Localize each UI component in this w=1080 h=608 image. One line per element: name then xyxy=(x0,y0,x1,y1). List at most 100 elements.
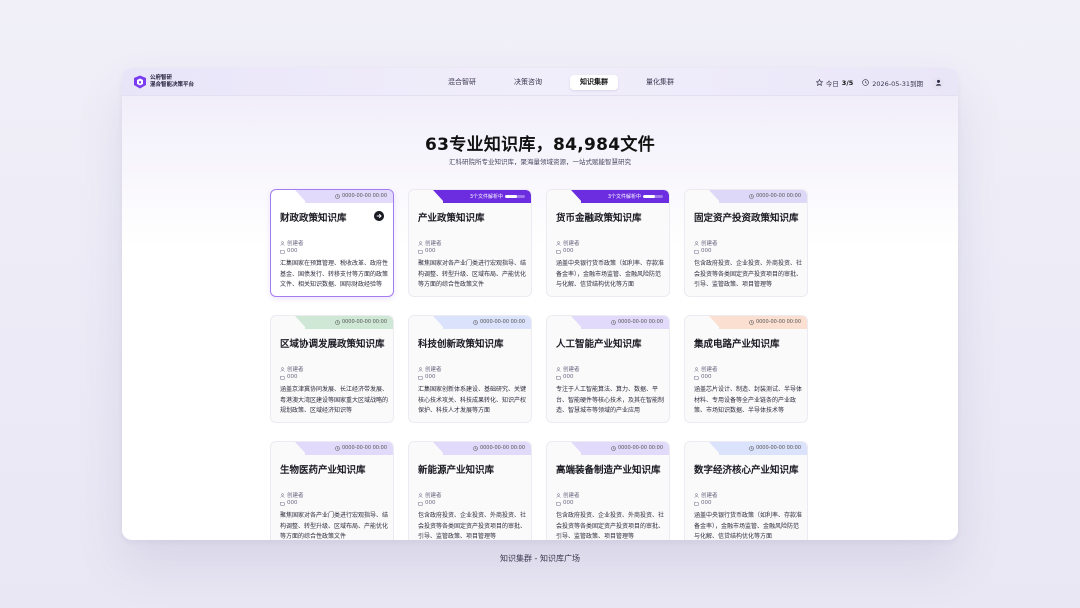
card-file-count: 000 xyxy=(694,374,712,380)
user-icon xyxy=(280,240,285,246)
card-title: 区域协调发展政策知识库 xyxy=(280,339,385,350)
brand-line-2: 混合智能决策平台 xyxy=(150,82,195,88)
card-tab-content: 0000-00-00 00:00 xyxy=(749,319,801,325)
knowledge-base-card[interactable]: 0000-00-00 00:00 数字经济核心产业知识库 创建者 000 涵盖中… xyxy=(684,441,808,540)
card-description: 涵盖中央银行货币政策（如利率、存款准备金率），金融市场监管、金融风险防范与化解、… xyxy=(694,512,802,540)
card-creator: 创建者 xyxy=(418,365,442,373)
card-description: 专注于人工智能算法、算力、数据、平台、智能硬件等核心技术，及其在智能制造、智慧城… xyxy=(556,386,664,414)
hero-background xyxy=(122,96,958,246)
file-count: 000 xyxy=(425,500,436,506)
knowledge-base-card[interactable]: 0000-00-00 00:00 财政政策知识库 创建者 000 汇集国家在预算… xyxy=(270,189,394,297)
card-tab: 0000-00-00 00:00 xyxy=(581,442,669,455)
card-tab: 0000-00-00 00:00 xyxy=(581,316,669,329)
card-creator: 创建者 xyxy=(694,365,718,373)
card-file-count: 000 xyxy=(418,374,436,380)
card-tab: 0000-00-00 00:00 xyxy=(719,442,807,455)
card-creator: 创建者 xyxy=(280,365,304,373)
card-description: 聚焦国家对各产业门类进行宏观指导、结构调整、转型升级、区域布局、产能优化等方面的… xyxy=(280,512,388,540)
knowledge-base-card[interactable]: 0000-00-00 00:00 高端装备制造产业知识库 创建者 000 包含政… xyxy=(546,441,670,540)
knowledge-base-card[interactable]: 0000-00-00 00:00 新能源产业知识库 创建者 000 包含政府投资… xyxy=(408,441,532,540)
card-tab-content: 0000-00-00 00:00 xyxy=(611,445,663,451)
card-description: 包含政府投资、企业投资、外商投资、社会投资等各类固定资产投资项目的审批、引导、监… xyxy=(418,512,526,540)
clock-icon xyxy=(749,193,754,199)
card-creator: 创建者 xyxy=(418,491,442,499)
knowledge-base-card[interactable]: 3个文件解析中 产业政策知识库 创建者 000 聚焦国家对各产业门类进行宏观指导… xyxy=(408,189,532,297)
nav-item-decision-consulting[interactable]: 决策咨询 xyxy=(504,75,552,90)
user-avatar[interactable] xyxy=(932,76,944,89)
card-file-count: 000 xyxy=(694,248,712,254)
file-count: 000 xyxy=(563,248,574,254)
user-icon xyxy=(418,366,423,372)
card-tab-content: 3个文件解析中 xyxy=(608,193,663,200)
card-tab-content: 3个文件解析中 xyxy=(470,193,525,200)
card-file-count: 000 xyxy=(556,500,574,506)
page-title: 63专业知识库，84,984文件 xyxy=(424,135,656,155)
clock-icon xyxy=(749,445,754,451)
card-file-count: 000 xyxy=(418,248,436,254)
star-icon xyxy=(815,79,823,86)
status-area: 今日 3/5 2026-05-31到期 xyxy=(815,75,944,90)
card-tab-content: 0000-00-00 00:00 xyxy=(473,445,525,451)
knowledge-base-card[interactable]: 0000-00-00 00:00 固定资产投资政策知识库 创建者 000 包含政… xyxy=(684,189,808,297)
card-file-count: 000 xyxy=(280,374,298,380)
updated-time: 0000-00-00 00:00 xyxy=(341,319,387,325)
file-count: 000 xyxy=(425,248,436,254)
knowledge-base-card[interactable]: 0000-00-00 00:00 集成电路产业知识库 创建者 000 涵盖芯片设… xyxy=(684,315,808,423)
nav-item-hybrid-research[interactable]: 混合智研 xyxy=(438,75,486,90)
updated-time: 0000-00-00 00:00 xyxy=(617,319,663,325)
card-description: 汇集国家在预算管理、税收改革、政府性基金、国债发行、转移支付等方面的政策文件、相… xyxy=(280,260,388,288)
folder-icon xyxy=(418,249,423,253)
card-creator: 创建者 xyxy=(280,491,304,499)
card-description: 汇集国家创新体系建设、基础研究、关键核心技术攻关、科技成果转化、知识产权保护、科… xyxy=(418,386,526,414)
user-icon xyxy=(418,492,423,498)
card-tab-content: 0000-00-00 00:00 xyxy=(749,193,801,199)
knowledge-base-card[interactable]: 0000-00-00 00:00 生物医药产业知识库 创建者 000 聚焦国家对… xyxy=(270,441,394,540)
card-title: 人工智能产业知识库 xyxy=(556,339,642,350)
file-count: 000 xyxy=(701,500,712,506)
daily-quota[interactable]: 今日 3/5 xyxy=(815,78,853,88)
creator-label: 创建者 xyxy=(701,493,718,499)
folder-icon xyxy=(280,501,285,505)
creator-label: 创建者 xyxy=(563,367,580,373)
folder-icon xyxy=(418,375,423,379)
updated-time: 0000-00-00 00:00 xyxy=(479,319,525,325)
parsing-status: 3个文件解析中 xyxy=(469,194,503,200)
arrow-right-icon[interactable] xyxy=(374,211,384,221)
clock-icon xyxy=(611,319,616,325)
creator-label: 创建者 xyxy=(701,241,718,247)
file-count: 000 xyxy=(701,248,712,254)
card-file-count: 000 xyxy=(556,374,574,380)
nav-item-knowledge-cluster[interactable]: 知识集群 xyxy=(570,75,618,90)
clock-icon xyxy=(473,445,478,451)
card-tab: 0000-00-00 00:00 xyxy=(305,442,393,455)
card-description: 包含政府投资、企业投资、外商投资、社会投资等各类固定资产投资项目的审批、引导、监… xyxy=(694,260,802,288)
card-tab: 0000-00-00 00:00 xyxy=(443,316,531,329)
folder-icon xyxy=(556,249,561,253)
card-description: 涵盖芯片设计、制造、封装测试、半导体材料、专用设备等全产业链条的产业政策、市场知… xyxy=(694,386,802,414)
clock-icon xyxy=(335,445,340,451)
updated-time: 0000-00-00 00:00 xyxy=(617,445,663,451)
creator-label: 创建者 xyxy=(701,367,718,373)
knowledge-base-card[interactable]: 0000-00-00 00:00 科技创新政策知识库 创建者 000 汇集国家创… xyxy=(408,315,532,423)
clock-icon xyxy=(749,319,754,325)
clock-icon xyxy=(862,79,869,86)
nav-item-quant-cluster[interactable]: 量化集群 xyxy=(636,75,684,90)
knowledge-base-card[interactable]: 0000-00-00 00:00 区域协调发展政策知识库 创建者 000 涵盖京… xyxy=(270,315,394,423)
knowledge-base-card[interactable]: 3个文件解析中 货币金融政策知识库 创建者 000 涵盖中央银行货币政策（如利率… xyxy=(546,189,670,297)
card-creator: 创建者 xyxy=(556,239,580,247)
card-tab: 0000-00-00 00:00 xyxy=(719,316,807,329)
user-icon xyxy=(694,240,699,246)
brand-logo-icon xyxy=(134,75,146,89)
parsing-progress-bar xyxy=(505,195,525,198)
folder-icon xyxy=(694,501,699,505)
card-description: 涵盖中央银行货币政策（如利率、存款准备金率），金融市场监管、金融风险防范与化解、… xyxy=(556,260,664,288)
file-count: 000 xyxy=(563,500,574,506)
card-tab-content: 0000-00-00 00:00 xyxy=(611,319,663,325)
parsing-status: 3个文件解析中 xyxy=(607,194,641,200)
knowledge-base-card[interactable]: 0000-00-00 00:00 人工智能产业知识库 创建者 000 专注于人工… xyxy=(546,315,670,423)
folder-icon xyxy=(556,375,561,379)
card-tab: 3个文件解析中 xyxy=(443,190,531,203)
card-title: 集成电路产业知识库 xyxy=(694,339,780,350)
card-title: 产业政策知识库 xyxy=(418,213,485,224)
file-count: 000 xyxy=(563,374,574,380)
